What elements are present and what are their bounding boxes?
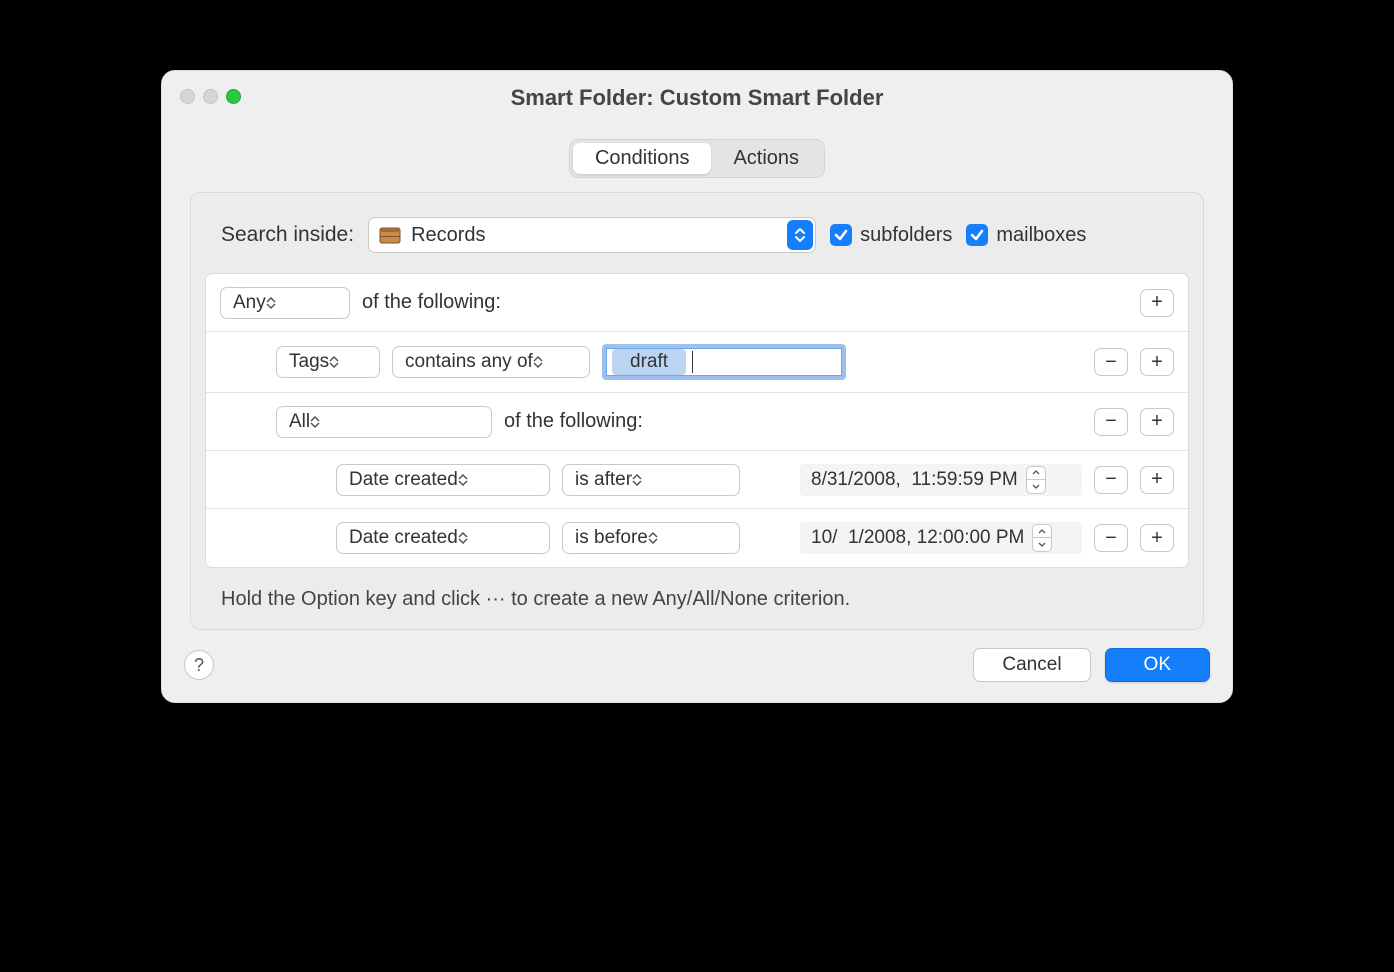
op-is-before-select[interactable]: is before [562,522,740,554]
op-is-after-select[interactable]: is after [562,464,740,496]
search-location-popup[interactable]: Records [368,217,816,253]
stepper-up-icon[interactable] [1033,525,1051,538]
stepper-down-icon[interactable] [1027,480,1045,493]
remove-rule-button[interactable]: − [1094,524,1128,552]
of-the-following-label: of the following: [504,410,643,433]
stepper-down-icon[interactable] [1033,538,1051,551]
of-the-following-label: of the following: [362,291,501,314]
select-arrows-icon [310,416,320,428]
match-any-value: Any [233,292,266,314]
rule-row-tags: Tags contains any of draft [206,332,1188,393]
op-is-after-value: is after [575,469,632,491]
select-arrows-icon [458,474,468,486]
select-arrows-icon [533,356,543,368]
rule-row-any: Any of the following: + [206,274,1188,332]
remove-rule-button[interactable]: − [1094,408,1128,436]
subfolders-option[interactable]: subfolders [830,224,952,247]
field-tags-value: Tags [289,351,329,373]
conditions-panel: Search inside: Records subfolders [190,192,1204,630]
window-close-button[interactable] [180,89,195,104]
rule-row-date-after: Date created is after 8/31/2008, 11:59 [206,451,1188,509]
date-before-value: 10/ 1/2008, 12:00:00 PM [811,527,1024,549]
search-location-value: Records [411,224,485,247]
date-stepper[interactable] [1026,466,1046,494]
rule-row-date-before: Date created is before 10/ 1/2008, 12: [206,509,1188,567]
ok-button[interactable]: OK [1105,648,1210,682]
subfolders-label: subfolders [860,224,952,247]
add-rule-button[interactable]: + [1140,524,1174,552]
cancel-button[interactable]: Cancel [973,648,1090,682]
add-rule-button[interactable]: + [1140,466,1174,494]
match-all-select[interactable]: All [276,406,492,438]
window-controls [180,89,241,104]
titlebar: Smart Folder: Custom Smart Folder [162,71,1232,125]
rules-list: Any of the following: + Tags [205,273,1189,568]
match-any-select[interactable]: Any [220,287,350,319]
op-contains-select[interactable]: contains any of [392,346,590,378]
hint-text: Hold the Option key and click ··· to cre… [191,582,1203,629]
window-zoom-button[interactable] [226,89,241,104]
add-rule-button[interactable]: + [1140,289,1174,317]
tab-bar: Conditions Actions [162,125,1232,178]
field-date-created-select[interactable]: Date created [336,522,550,554]
add-rule-button[interactable]: + [1140,408,1174,436]
op-is-before-value: is before [575,527,648,549]
dialog-footer: ? Cancel OK [162,640,1232,702]
select-arrows-icon [266,297,276,309]
add-rule-button[interactable]: + [1140,348,1174,376]
remove-rule-button[interactable]: − [1094,348,1128,376]
date-after-field[interactable]: 8/31/2008, 11:59:59 PM [800,464,1082,496]
tags-token-field[interactable]: draft [602,344,846,380]
popup-arrows-icon [787,220,813,250]
date-after-value: 8/31/2008, 11:59:59 PM [811,469,1018,491]
subfolders-checkbox[interactable] [830,224,852,246]
text-caret [692,351,693,373]
select-arrows-icon [632,474,642,486]
rule-row-all: All of the following: − + [206,393,1188,451]
search-inside-label: Search inside: [221,223,354,247]
select-arrows-icon [458,532,468,544]
search-scope-row: Search inside: Records subfolders [191,197,1203,273]
window-minimize-button[interactable] [203,89,218,104]
help-button[interactable]: ? [184,650,214,680]
field-date-created-value: Date created [349,469,458,491]
segmented-control: Conditions Actions [569,139,825,178]
select-arrows-icon [329,356,339,368]
tab-conditions[interactable]: Conditions [573,143,712,174]
date-stepper[interactable] [1032,524,1052,552]
stepper-up-icon[interactable] [1027,467,1045,480]
mailboxes-checkbox[interactable] [966,224,988,246]
field-tags-select[interactable]: Tags [276,346,380,378]
field-date-created-value: Date created [349,527,458,549]
op-contains-value: contains any of [405,351,533,373]
tab-actions[interactable]: Actions [711,143,821,174]
tag-token[interactable]: draft [612,349,686,375]
remove-rule-button[interactable]: − [1094,466,1128,494]
records-folder-icon [379,225,401,245]
window-title: Smart Folder: Custom Smart Folder [180,85,1214,111]
smart-folder-dialog: Smart Folder: Custom Smart Folder Condit… [161,70,1233,703]
date-before-field[interactable]: 10/ 1/2008, 12:00:00 PM [800,522,1082,554]
match-all-value: All [289,411,310,433]
mailboxes-option[interactable]: mailboxes [966,224,1086,247]
select-arrows-icon [648,532,658,544]
field-date-created-select[interactable]: Date created [336,464,550,496]
mailboxes-label: mailboxes [996,224,1086,247]
